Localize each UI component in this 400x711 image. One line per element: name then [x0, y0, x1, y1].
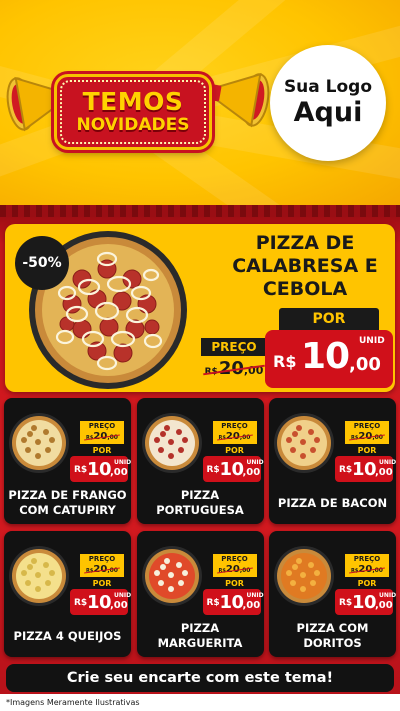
new-price-label: POR — [92, 578, 112, 588]
old-price-label: PREÇO — [212, 421, 257, 431]
pizza-doritos-icon — [274, 546, 334, 606]
logo-line2: Aqui — [293, 97, 363, 128]
badge-lights — [60, 80, 206, 144]
temos-novidades-badge: TEMOS NOVIDADES — [54, 74, 212, 150]
unit-label: UNID — [246, 459, 264, 466]
featured-product-card[interactable]: -50% PIZZA DE CALABRESA E CEBOLA PREÇO R… — [5, 224, 395, 392]
pizza-bacon-icon — [274, 413, 334, 473]
unit-label: UNID — [114, 459, 132, 466]
pizza-frango-icon — [9, 413, 69, 473]
new-price: R$ 10 UNID ,00 — [202, 456, 264, 482]
decor-stripe — [0, 205, 400, 217]
old-price-label: PREÇO — [345, 554, 389, 564]
logo-line1: Sua Logo — [283, 77, 373, 97]
product-name: PIZZA 4 QUEIJOS — [13, 628, 122, 643]
new-price-currency: R$ — [273, 352, 297, 371]
product-card[interactable]: PREÇO R$ 20 ,00 POR R$ 10 UNID ,00 PIZZA… — [4, 398, 131, 524]
pizza-marguerita-icon — [141, 546, 202, 606]
unit-label: UNID — [359, 336, 385, 346]
new-price-currency: R$ — [74, 465, 88, 475]
old-price: R$ 20 ,00 — [345, 431, 389, 444]
product-name: PIZZA DE BACON — [277, 495, 388, 510]
product-card[interactable]: PREÇO R$ 20 ,00 POR R$ 10 UNID ,00 PIZZA… — [269, 531, 396, 657]
new-price-currency: R$ — [74, 598, 88, 608]
new-price-label: POR — [225, 445, 244, 455]
old-price-label: PREÇO — [212, 554, 257, 564]
old-price-label: PREÇO — [80, 554, 124, 564]
new-price-label: POR — [92, 445, 112, 455]
new-price: R$ 10 UNID ,00 — [70, 589, 132, 615]
new-price-label: POR — [279, 308, 379, 330]
unit-label: UNID — [114, 592, 132, 599]
megaphone-icon — [210, 72, 270, 128]
new-price: R$ 10 UNID ,00 — [265, 330, 393, 388]
featured-product-title: PIZZA DE CALABRESA E CEBOLA — [232, 232, 378, 300]
product-card[interactable]: PREÇO R$ 20 ,00 POR R$ 10 UNID ,00 PIZZA… — [136, 398, 264, 524]
new-price-integer: 10 — [219, 592, 245, 613]
new-price-decimal: ,00 — [110, 600, 128, 611]
new-price-label: POR — [357, 578, 377, 588]
new-price-decimal: ,00 — [242, 467, 261, 478]
disclaimer-text: *Imagens Meramente Ilustrativas — [6, 698, 140, 707]
new-price: R$ 10 UNID ,00 — [335, 589, 397, 615]
new-price-decimal: ,00 — [349, 354, 381, 375]
new-price-currency: R$ — [339, 598, 353, 608]
product-card[interactable]: PREÇO R$ 20 ,00 POR R$ 10 UNID ,00 PIZZA… — [269, 398, 396, 524]
old-price: R$ 20 ,00 — [345, 564, 389, 577]
new-price-decimal: ,00 — [375, 600, 393, 611]
old-price: R$ 20 ,00 — [212, 564, 257, 577]
new-price-currency: R$ — [206, 598, 220, 608]
new-price-decimal: ,00 — [110, 467, 128, 478]
new-price-integer: 10 — [352, 459, 377, 480]
cta-button[interactable]: Crie seu encarte com este tema! — [6, 664, 394, 692]
new-price-decimal: ,00 — [375, 467, 393, 478]
new-price: R$ 10 UNID ,00 — [70, 456, 132, 482]
old-price-label: PREÇO — [80, 421, 124, 431]
new-price-label: POR — [225, 578, 244, 588]
old-price: R$ 20 ,00 — [80, 431, 124, 444]
unit-label: UNID — [246, 592, 264, 599]
old-price: R$ 20 ,00 — [201, 358, 267, 380]
product-card[interactable]: PREÇO R$ 20 ,00 POR R$ 10 UNID ,00 PIZZA… — [4, 531, 131, 657]
new-price: R$ 10 UNID ,00 — [202, 589, 264, 615]
pizza-4-queijos-icon — [9, 546, 69, 606]
new-price-integer: 10 — [219, 459, 245, 480]
product-name: PIZZA PORTUGUESA — [156, 488, 244, 517]
product-card[interactable]: PREÇO R$ 20 ,00 POR R$ 10 UNID ,00 PIZZA… — [136, 531, 264, 657]
pizza-portuguesa-icon — [141, 413, 202, 473]
discount-badge: -50% — [15, 236, 69, 290]
new-price-currency: R$ — [206, 465, 220, 475]
header-banner: TEMOS NOVIDADES Sua Logo Aqui — [0, 0, 400, 205]
old-price-label: PREÇO — [201, 338, 267, 356]
old-price: R$ 20 ,00 — [212, 431, 257, 444]
unit-label: UNID — [379, 459, 397, 466]
new-price-integer: 10 — [87, 592, 112, 613]
product-name: PIZZA MARGUERITA — [157, 621, 243, 650]
product-name: PIZZA DE FRANGO COM CATUPIRY — [8, 488, 127, 517]
old-price: R$ 20 ,00 — [80, 564, 124, 577]
product-name: PIZZA COM DORITOS — [296, 621, 369, 650]
unit-label: UNID — [379, 592, 397, 599]
old-price-label: PREÇO — [345, 421, 389, 431]
logo-placeholder[interactable]: Sua Logo Aqui — [270, 45, 386, 161]
new-price-integer: 10 — [301, 336, 350, 377]
new-price-decimal: ,00 — [242, 600, 261, 611]
new-price: R$ 10 UNID ,00 — [335, 456, 397, 482]
new-price-currency: R$ — [339, 465, 353, 475]
new-price-integer: 10 — [87, 459, 112, 480]
new-price-integer: 10 — [352, 592, 377, 613]
new-price-label: POR — [357, 445, 377, 455]
